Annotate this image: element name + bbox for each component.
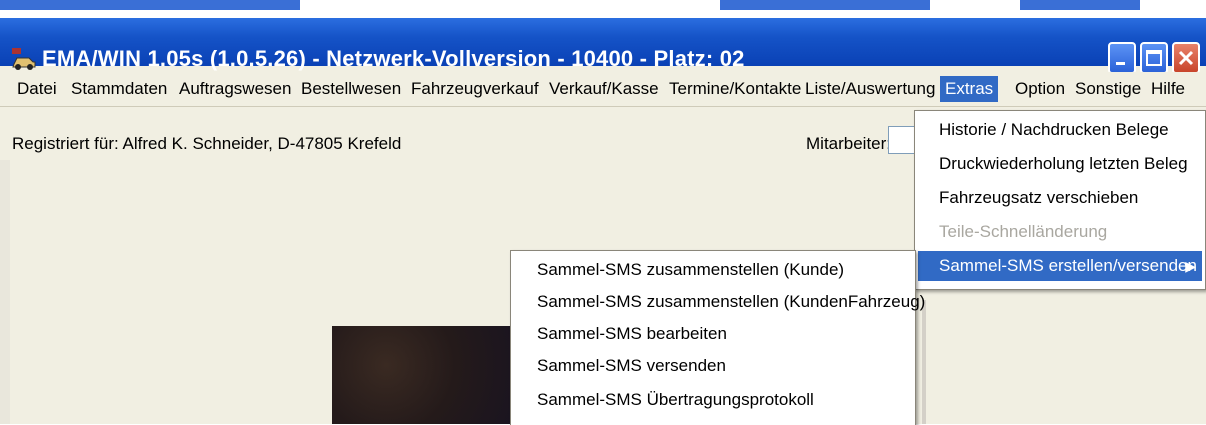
menu-liste-auswertung[interactable]: Liste/Auswertung [800,76,940,102]
minimize-icon [1116,62,1125,65]
menu-datei[interactable]: Datei [12,76,62,102]
menu-hilfe[interactable]: Hilfe [1146,76,1190,102]
menu-item-druckwiederholung[interactable]: Druckwiederholung letzten Beleg [915,149,1205,179]
submenu-item-zusammenstellen-kundenfahrzeug[interactable]: Sammel-SMS zusammenstellen (KundenFahrze… [511,287,925,317]
menu-extras[interactable]: Extras [940,76,999,102]
menu-item-sammel-sms[interactable]: Sammel-SMS erstellen/versenden ▶ [918,251,1202,281]
registration-text: Registriert für: Alfred K. Schneider, D-… [12,134,402,153]
submenu-item-versenden[interactable]: Sammel-SMS versenden [511,351,915,381]
close-icon [1178,50,1194,66]
frame-divider [922,300,926,424]
maximize-button[interactable] [1140,42,1168,74]
menu-item-historie[interactable]: Historie / Nachdrucken Belege [915,115,1205,145]
background-image [332,326,512,424]
extras-dropdown-menu: Historie / Nachdrucken Belege Druckwiede… [914,110,1206,290]
application-window: EMA/WIN 1.05s (1.0.5.26) - Netzwerk-Voll… [0,0,1206,425]
submenu-item-bearbeiten[interactable]: Sammel-SMS bearbeiten [511,319,915,349]
menu-stammdaten[interactable]: Stammdaten [66,76,172,102]
menu-bestellwesen[interactable]: Bestellwesen [296,76,406,102]
menu-auftragswesen[interactable]: Auftragswesen [174,76,296,102]
close-button[interactable] [1172,42,1200,74]
menu-bar: Datei Stammdaten Auftragswesen Bestellwe… [0,72,1206,107]
ema-car-icon [12,48,36,70]
menu-item-sammel-sms-label: Sammel-SMS erstellen/versenden [939,256,1197,275]
menu-option[interactable]: Option [1010,76,1070,102]
maximize-icon [1146,50,1162,66]
employee-label: Mitarbeiter: [806,134,892,153]
menu-item-teile-schnellaenderung: Teile-Schnelländerung [939,222,1108,241]
title-bar[interactable]: EMA/WIN 1.05s (1.0.5.26) - Netzwerk-Voll… [0,18,1206,74]
submenu-item-zusammenstellen-kunde[interactable]: Sammel-SMS zusammenstellen (Kunde) [511,255,915,285]
menu-termine-kontakte[interactable]: Termine/Kontakte [664,76,806,102]
menu-fahrzeugverkauf[interactable]: Fahrzeugverkauf [406,76,544,102]
submenu-item-uebertragungsprotokoll[interactable]: Sammel-SMS Übertragungsprotokoll [511,385,915,415]
minimize-button[interactable] [1108,42,1136,74]
background-desktop-strip [0,0,1206,18]
menu-item-fahrzeugsatz-verschieben[interactable]: Fahrzeugsatz verschieben [915,183,1205,213]
menu-verkauf-kasse[interactable]: Verkauf/Kasse [544,76,664,102]
window-title: EMA/WIN 1.05s (1.0.5.26) - Netzwerk-Voll… [42,46,745,71]
sms-submenu: Sammel-SMS zusammenstellen (Kunde) Samme… [510,250,925,425]
triangle-right-icon: ▶ [1185,258,1196,274]
menu-sonstige[interactable]: Sonstige [1070,76,1146,102]
